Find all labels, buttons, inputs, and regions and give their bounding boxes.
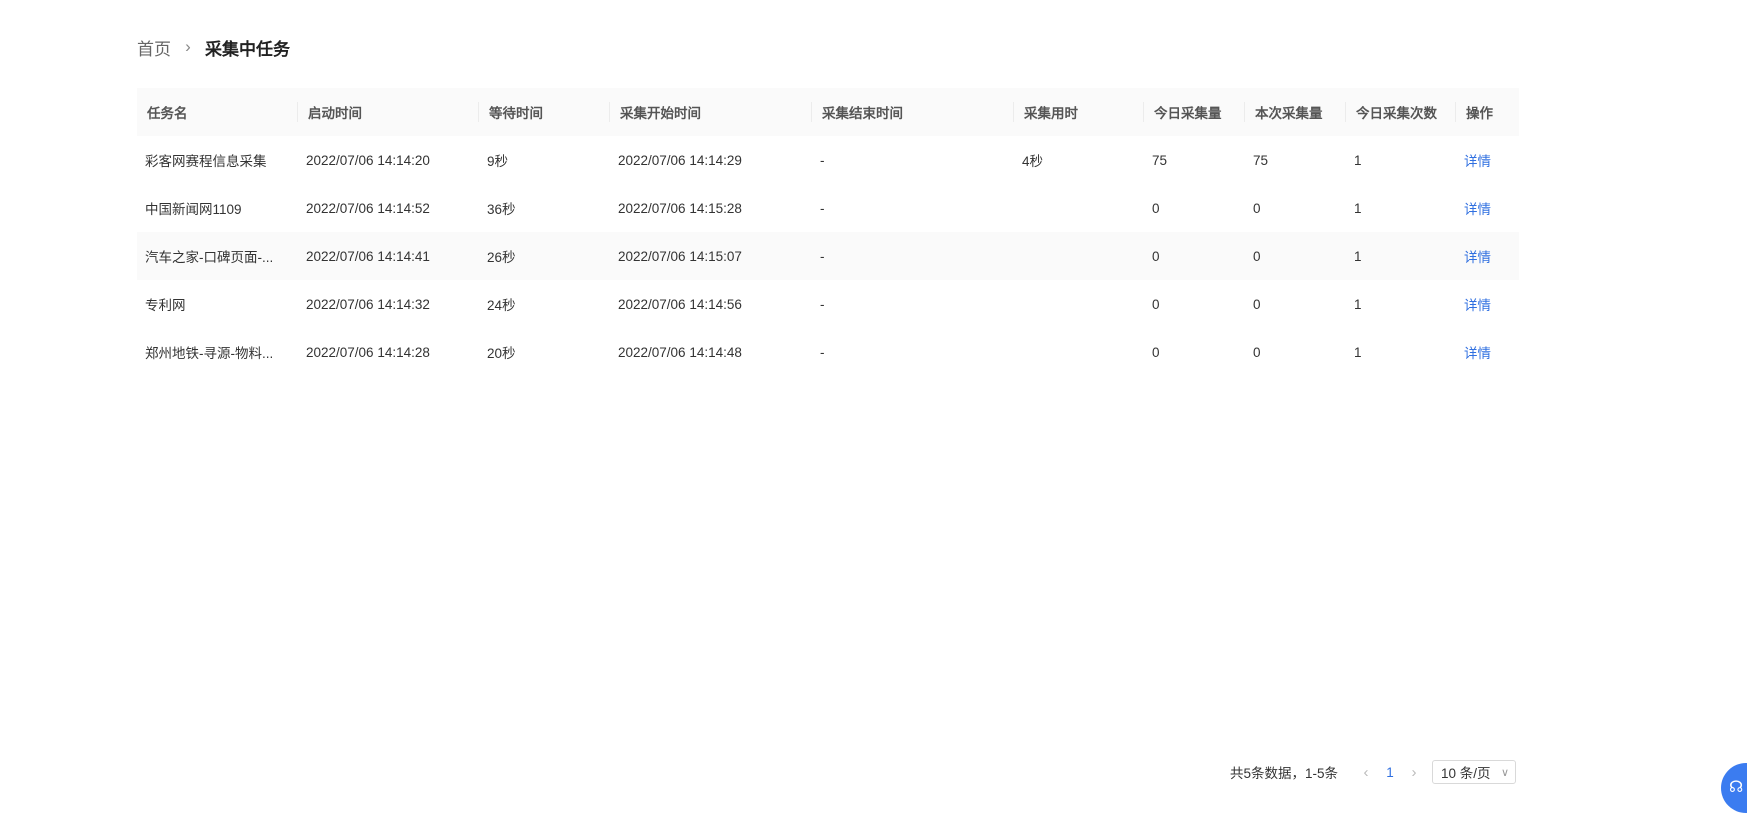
cell-collect-end: - [820,152,825,168]
cell-duration [1014,280,1144,328]
task-table: 任务名 启动时间 等待时间 采集开始时间 采集结束时间 采集用时 今日采集量 本… [137,88,1519,376]
table-row: 郑州地铁-寻源-物料... 2022/07/06 14:14:28 20秒 20… [137,328,1519,376]
chevron-right-icon[interactable]: › [1402,764,1426,781]
page-size-value: 10 条/页 [1441,766,1491,781]
cell-collect-start: 2022/07/06 14:14:48 [618,344,742,360]
column-header-duration: 采集用时 [1014,88,1144,136]
chevron-left-icon[interactable]: ‹ [1354,764,1378,781]
detail-link[interactable]: 详情 [1456,328,1519,376]
cell-task-name: 汽车之家-口碑页面-... [145,250,274,265]
cell-collect-start: 2022/07/06 14:15:07 [618,248,742,264]
chevron-down-icon: ∨ [1500,766,1510,779]
cell-duration: 4秒 [1022,154,1044,169]
support-float-button[interactable]: ☊ [1721,763,1747,813]
cell-this-count: 0 [1253,296,1261,312]
cell-wait-time: 24秒 [487,298,516,313]
detail-link[interactable]: 详情 [1456,136,1519,184]
cell-wait-time: 36秒 [487,202,516,217]
table-row: 汽车之家-口碑页面-... 2022/07/06 14:14:41 26秒 20… [137,232,1519,280]
cell-task-name: 彩客网赛程信息采集 [145,154,267,169]
cell-wait-time: 9秒 [487,154,509,169]
cell-start-time: 2022/07/06 14:14:32 [306,296,430,312]
cell-duration [1014,328,1144,376]
breadcrumb: 首页 › 采集中任务 [137,34,290,60]
cell-today-count: 75 [1152,152,1168,168]
headset-icon: ☊ [1729,779,1744,796]
cell-wait-time: 20秒 [487,346,516,361]
cell-today-count: 0 [1152,200,1160,216]
column-header-start-time: 启动时间 [298,88,479,136]
cell-task-name: 专利网 [145,298,186,313]
column-header-this-count: 本次采集量 [1245,88,1346,136]
cell-duration [1014,184,1144,232]
pagination: 共5条数据，1-5条 ‹ 1 › 10 条/页 ∨ [1230,759,1517,785]
table-header-row: 任务名 启动时间 等待时间 采集开始时间 采集结束时间 采集用时 今日采集量 本… [137,88,1519,136]
page-title: 采集中任务 [205,39,290,59]
column-header-today-count: 今日采集量 [1144,88,1245,136]
chevron-right-icon: › [185,37,191,56]
cell-task-name: 郑州地铁-寻源-物料... [145,346,274,361]
cell-collect-end: - [820,248,825,264]
table-row: 专利网 2022/07/06 14:14:32 24秒 2022/07/06 1… [137,280,1519,328]
cell-today-times: 1 [1354,200,1362,216]
column-header-collect-start: 采集开始时间 [610,88,812,136]
cell-today-times: 1 [1354,248,1362,264]
cell-collect-end: - [820,296,825,312]
cell-today-count: 0 [1152,344,1160,360]
cell-today-times: 1 [1354,152,1362,168]
cell-this-count: 0 [1253,200,1261,216]
table-row: 彩客网赛程信息采集 2022/07/06 14:14:20 9秒 2022/07… [137,136,1519,184]
cell-collect-start: 2022/07/06 14:15:28 [618,200,742,216]
column-header-today-times: 今日采集次数 [1346,88,1456,136]
cell-today-times: 1 [1354,296,1362,312]
breadcrumb-home-link[interactable]: 首页 [137,35,171,60]
page-size-select[interactable]: 10 条/页 ∨ [1432,760,1517,784]
cell-start-time: 2022/07/06 14:14:20 [306,152,430,168]
cell-today-count: 0 [1152,296,1160,312]
column-header-task-name: 任务名 [137,88,298,136]
column-header-collect-end: 采集结束时间 [812,88,1014,136]
cell-collect-end: - [820,200,825,216]
cell-wait-time: 26秒 [487,250,516,265]
table-row: 中国新闻网1109 2022/07/06 14:14:52 36秒 2022/0… [137,184,1519,232]
cell-start-time: 2022/07/06 14:14:52 [306,200,430,216]
cell-today-count: 0 [1152,248,1160,264]
cell-duration [1014,232,1144,280]
cell-start-time: 2022/07/06 14:14:28 [306,344,430,360]
cell-collect-start: 2022/07/06 14:14:56 [618,296,742,312]
detail-link[interactable]: 详情 [1456,232,1519,280]
pagination-total: 共5条数据，1-5条 [1230,766,1339,781]
column-header-wait-time: 等待时间 [479,88,610,136]
page-number-1[interactable]: 1 [1378,765,1402,780]
cell-collect-end: - [820,344,825,360]
detail-link[interactable]: 详情 [1456,184,1519,232]
cell-this-count: 75 [1253,152,1269,168]
column-header-action: 操作 [1466,106,1493,121]
cell-today-times: 1 [1354,344,1362,360]
cell-this-count: 0 [1253,344,1261,360]
detail-link[interactable]: 详情 [1456,280,1519,328]
cell-this-count: 0 [1253,248,1261,264]
cell-collect-start: 2022/07/06 14:14:29 [618,152,742,168]
cell-task-name: 中国新闻网1109 [145,202,242,217]
cell-start-time: 2022/07/06 14:14:41 [306,248,430,264]
